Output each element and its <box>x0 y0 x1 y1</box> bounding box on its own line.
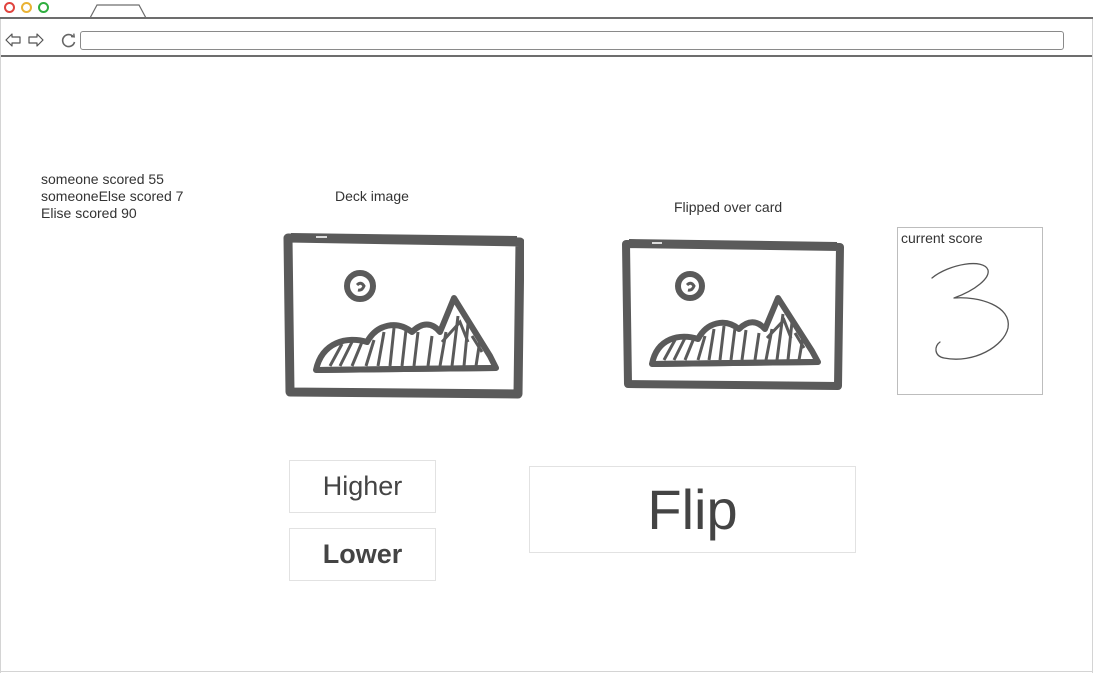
current-score-panel: current score 3 <box>897 227 1043 395</box>
deck-image[interactable] <box>282 232 525 400</box>
flip-button[interactable]: Flip <box>529 466 856 553</box>
window-frame-bottom <box>0 671 1093 672</box>
leaderboard-entry: someoneElse scored 7 <box>41 188 184 204</box>
svg-text:3: 3 <box>924 267 925 269</box>
higher-button[interactable]: Higher <box>289 460 436 513</box>
browser-titlebar <box>0 0 1093 18</box>
current-score-label: current score <box>901 230 983 246</box>
back-arrow-icon[interactable] <box>4 31 22 49</box>
image-placeholder-icon <box>283 233 525 399</box>
minimize-window-button[interactable] <box>21 2 32 13</box>
toolbar-divider <box>0 55 1093 57</box>
reload-icon[interactable] <box>60 31 78 49</box>
flipped-card-label: Flipped over card <box>674 199 783 215</box>
flipped-card-image <box>620 238 844 392</box>
window-frame-left <box>0 19 1 673</box>
lower-button[interactable]: Lower <box>289 528 436 581</box>
forward-arrow-icon[interactable] <box>27 31 45 49</box>
address-bar[interactable] <box>80 31 1064 50</box>
maximize-window-button[interactable] <box>38 2 49 13</box>
image-placeholder-icon <box>622 239 844 390</box>
leaderboard-entry: someone scored 55 <box>41 171 164 187</box>
browser-tab[interactable] <box>89 4 147 18</box>
current-score-value: 3 <box>924 262 1009 360</box>
deck-label: Deck image <box>335 188 409 204</box>
close-window-button[interactable] <box>4 2 15 13</box>
leaderboard-entry: Elise scored 90 <box>41 205 137 221</box>
leaderboard: someone scored 55 someoneElse scored 7 E… <box>41 171 183 222</box>
